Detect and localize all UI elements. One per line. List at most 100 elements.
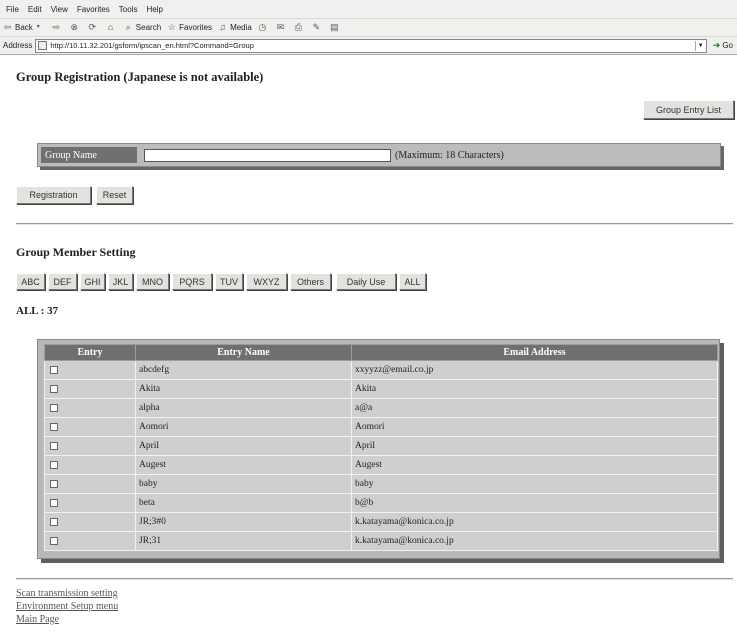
menu-help[interactable]: Help (146, 5, 162, 14)
address-input[interactable]: http://10.11.32.201/gsform/ipscan_en.htm… (35, 38, 707, 53)
footer-divider (16, 578, 733, 580)
entry-checkbox[interactable] (50, 460, 58, 469)
entry-name-cell: Augest (135, 455, 352, 475)
main-page-link[interactable]: Main Page (16, 613, 118, 626)
member-setting-title: Group Member Setting (16, 245, 136, 259)
media-icon: ♫ (219, 22, 226, 32)
entry-checkbox[interactable] (50, 403, 58, 412)
search-label: Search (135, 23, 162, 32)
page-title: Group Registration (Japanese is not avai… (16, 70, 264, 84)
menu-file[interactable]: File (6, 5, 19, 14)
favorites-button[interactable]: ☆ Favorites (166, 22, 212, 33)
filter-tab-others[interactable]: Others (290, 273, 331, 290)
table-row: Augest Augest (44, 455, 718, 475)
media-button[interactable]: ♫ Media (217, 22, 252, 33)
footer-links: Scan transmission setting Environment Se… (16, 587, 118, 626)
entry-checkbox[interactable] (50, 536, 58, 545)
group-entry-list-button[interactable]: Group Entry List (643, 100, 734, 119)
environment-setup-menu-link[interactable]: Environment Setup menu (16, 600, 118, 613)
filter-tab-jkl[interactable]: JKL (108, 273, 133, 290)
favorites-label: Favorites (179, 23, 213, 32)
entry-checkbox[interactable] (50, 479, 58, 488)
divider (16, 223, 733, 225)
browser-toolbar: ⇦ Back ▾ ⇨ ⊗ ⟳ ⌂ ⌕ Search ☆ Favorites ♫ … (0, 19, 737, 37)
menu-edit[interactable]: Edit (28, 5, 42, 14)
table-header-row: Entry Entry Name Email Address (44, 344, 718, 361)
entry-checkbox[interactable] (50, 422, 58, 431)
print-button[interactable]: ⎙ (293, 22, 306, 33)
edit-button[interactable]: ✎ (311, 22, 324, 33)
scan-transmission-setting-link[interactable]: Scan transmission setting (16, 587, 118, 600)
member-table-panel: Entry Entry Name Email Address abcdefg x… (37, 339, 720, 559)
filter-tab-mno[interactable]: MNO (136, 273, 169, 290)
table-row: April April (44, 436, 718, 456)
menu-view[interactable]: View (51, 5, 68, 14)
email-cell: a@a (351, 398, 718, 418)
entry-cell (44, 436, 136, 456)
filter-tab-all[interactable]: ALL (399, 273, 426, 290)
entry-cell (44, 493, 136, 513)
history-button[interactable]: ◷ (257, 22, 270, 33)
entry-checkbox[interactable] (50, 365, 58, 374)
filter-tab-pqrs[interactable]: PQRS (172, 273, 212, 290)
entry-name-cell: Aomori (135, 417, 352, 437)
media-label: Media (230, 23, 252, 32)
menu-favorites[interactable]: Favorites (77, 5, 110, 14)
entry-checkbox[interactable] (50, 384, 58, 393)
group-name-input[interactable] (144, 148, 391, 162)
stop-icon: ⊗ (70, 22, 79, 32)
address-label: Address (3, 41, 33, 50)
entry-cell (44, 474, 136, 494)
email-cell: k.katayama@konica.co.jp (351, 531, 718, 551)
header-entry-name: Entry Name (135, 344, 352, 361)
menu-tools[interactable]: Tools (119, 5, 138, 14)
back-label: Back (15, 23, 33, 32)
table-row: alpha a@a (44, 398, 718, 418)
email-cell: Aomori (351, 417, 718, 437)
table-row: JR;3#0 k.katayama@konica.co.jp (44, 512, 718, 532)
email-cell: April (351, 436, 718, 456)
entry-name-cell: beta (135, 493, 352, 513)
group-name-panel: Group Name (Maximum: 18 Characters) (37, 143, 721, 167)
entry-name-cell: JR;31 (135, 531, 352, 551)
group-name-label: Group Name (41, 147, 137, 163)
search-button[interactable]: ⌕ Search (123, 22, 161, 33)
discuss-icon: ▤ (330, 22, 339, 32)
entry-cell (44, 512, 136, 532)
dropdown-icon[interactable]: ▾ (33, 22, 44, 33)
go-arrow-icon: ➜ (712, 40, 721, 50)
entry-cell (44, 455, 136, 475)
filter-tab-ghi[interactable]: GHI (80, 273, 105, 290)
entry-checkbox[interactable] (50, 498, 58, 507)
reset-button[interactable]: Reset (96, 186, 133, 204)
table-row: Aomori Aomori (44, 417, 718, 437)
discuss-button[interactable]: ▤ (329, 22, 342, 33)
filter-tab-def[interactable]: DEF (48, 273, 77, 290)
registration-button[interactable]: Registration (16, 186, 91, 204)
entry-checkbox[interactable] (50, 441, 58, 450)
entry-name-cell: Akita (135, 379, 352, 399)
forward-button[interactable]: ⇨ (51, 22, 64, 33)
filter-tab-wxyz[interactable]: WXYZ (246, 273, 287, 290)
address-dropdown-icon[interactable]: ▼ (694, 40, 706, 51)
filter-tab-abc[interactable]: ABC (16, 273, 45, 290)
email-cell: Augest (351, 455, 718, 475)
back-button[interactable]: ⇦ Back ▾ (2, 22, 46, 33)
print-icon: ⎙ (294, 22, 302, 32)
filter-tab-daily-use[interactable]: Daily Use (336, 273, 396, 290)
header-email: Email Address (351, 344, 718, 361)
address-bar: Address http://10.11.32.201/gsform/ipsca… (0, 37, 737, 55)
filter-tab-tuv[interactable]: TUV (215, 273, 243, 290)
stop-button[interactable]: ⊗ (69, 22, 82, 33)
go-button[interactable]: ➜ Go (713, 40, 733, 51)
edit-icon: ✎ (312, 22, 321, 32)
forward-arrow-icon: ⇨ (52, 22, 61, 32)
address-url: http://10.11.32.201/gsform/ipscan_en.htm… (50, 41, 254, 50)
mail-button[interactable]: ✉ (275, 22, 288, 33)
entry-checkbox[interactable] (50, 517, 58, 526)
email-cell: Akita (351, 379, 718, 399)
refresh-button[interactable]: ⟳ (87, 22, 100, 33)
back-arrow-icon: ⇦ (3, 22, 12, 32)
table-row: JR;31 k.katayama@konica.co.jp (44, 531, 718, 551)
home-button[interactable]: ⌂ (105, 22, 118, 33)
